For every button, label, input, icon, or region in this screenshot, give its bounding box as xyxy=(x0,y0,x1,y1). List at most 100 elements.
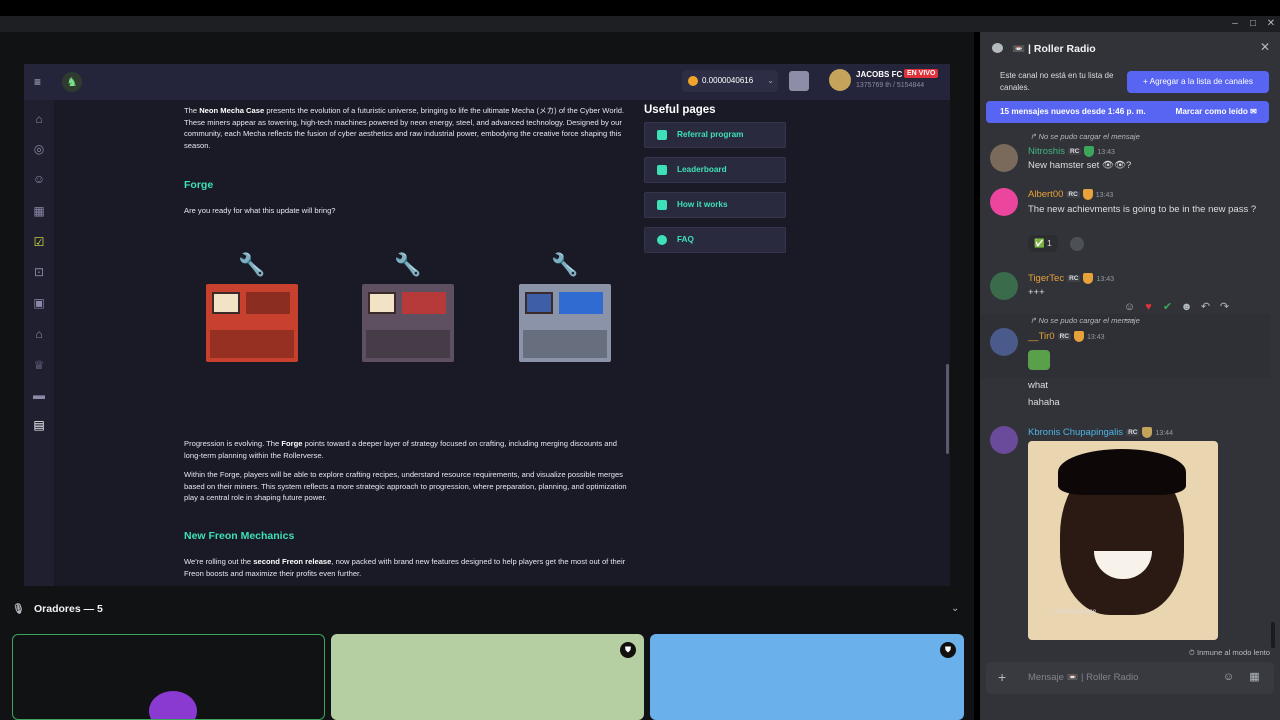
wrench-icon: 🔧 xyxy=(551,252,579,277)
message-text: The new achievments is going to be in th… xyxy=(1028,204,1257,215)
reply-reference[interactable]: ↱ No se pudo cargar el mensaje xyxy=(1030,132,1140,141)
speaker-tile[interactable] xyxy=(12,634,325,720)
new-messages-bar[interactable]: 15 mensajes nuevos desde 1:46 p. m. Marc… xyxy=(986,101,1269,123)
shield-icon: ⛊ xyxy=(940,642,956,658)
freon-paragraph: We're rolling out the second Freon relea… xyxy=(184,557,626,578)
message-input[interactable]: Mensaje 📼 | Roller Radio xyxy=(1028,672,1138,683)
speaker-tile[interactable]: ⛊ xyxy=(331,634,644,720)
minimize-button[interactable]: – xyxy=(1226,16,1244,32)
app-scrollbar[interactable] xyxy=(946,364,949,454)
mark-read-button[interactable]: Marcar como leído ✉ xyxy=(1176,101,1258,123)
leaderboard-link[interactable]: Leaderboard xyxy=(644,157,786,183)
reaction-checkmark[interactable]: ✅ 1 xyxy=(1028,235,1058,252)
speakers-header[interactable]: 🎙 Oradores — 5 xyxy=(12,603,103,615)
microphone-icon: 🎙 xyxy=(12,604,25,615)
gamepad-icon[interactable]: ◎ xyxy=(32,142,46,156)
message-text: +++ xyxy=(1028,287,1045,298)
podium-icon xyxy=(657,165,667,175)
add-reaction-icon[interactable]: ☻ xyxy=(1177,301,1196,313)
chat-header: 📼 | Roller Radio ✕ xyxy=(980,32,1280,64)
avatar[interactable] xyxy=(829,69,851,91)
intro-paragraph: The Neon Mecha Case presents the evoluti… xyxy=(184,106,625,150)
balance-selector[interactable]: 0.0000040616 ⌄ xyxy=(682,70,778,92)
bank-icon[interactable]: ⌂ xyxy=(32,327,46,341)
channel-title: 📼 | Roller Radio xyxy=(1012,43,1096,55)
coin-icon xyxy=(688,76,698,86)
users-icon[interactable]: ☺ xyxy=(32,172,46,186)
reply-reference[interactable]: ↱ No se pudo cargar el mensaje xyxy=(1030,316,1140,325)
progression-paragraph: Progression is evolving. The Forge point… xyxy=(184,439,617,460)
forge-heading: Forge xyxy=(184,179,214,191)
message-author[interactable]: Kbronis Chupapingalis RC 13:44 xyxy=(1028,427,1173,438)
news-icon[interactable]: ▤ xyxy=(32,418,46,432)
message-author[interactable]: Nitroshis RC 13:43 xyxy=(1028,146,1115,157)
reply-icon[interactable]: ↶ xyxy=(1196,300,1215,313)
chat-scrollbar[interactable] xyxy=(1271,622,1275,648)
shield-icon: ⛊ xyxy=(620,642,636,658)
forge-machine-grey: 🔧 xyxy=(362,252,456,362)
app-topbar: ≡ ♞ 0.0000040616 ⌄ JACOBS FC EN VIVO 137… xyxy=(24,64,950,100)
message-text: New hamster set 👁👁? xyxy=(1028,160,1132,171)
forge-machine-blue: 🔧 xyxy=(519,252,613,362)
message-author[interactable]: TigerTec RC 13:43 xyxy=(1028,273,1114,284)
chat-panel: 📼 | Roller Radio ✕ Este canal no está en… xyxy=(980,32,1280,720)
calendar-icon[interactable]: ▦ xyxy=(32,204,46,218)
home-icon[interactable]: ⌂ xyxy=(32,112,46,126)
sticker-image[interactable] xyxy=(1028,350,1050,370)
miner-icon[interactable]: ▬ xyxy=(32,388,46,402)
avatar[interactable] xyxy=(990,426,1018,454)
maximize-button[interactable]: □ xyxy=(1244,16,1262,32)
wrench-icon: 🔧 xyxy=(394,252,422,277)
trophy-icon[interactable]: ♕ xyxy=(32,358,46,372)
message-composer[interactable]: + Mensaje 📼 | Roller Radio ☺ ▦ xyxy=(986,662,1274,694)
forward-icon[interactable]: ↷ xyxy=(1215,300,1234,313)
balance-value: 0.0000040616 xyxy=(702,76,754,85)
avatar[interactable] xyxy=(990,144,1018,172)
image-attachment[interactable]: dominosavage xyxy=(1028,441,1218,640)
useful-pages-title: Useful pages xyxy=(644,104,716,116)
close-window-button[interactable]: ✕ xyxy=(1262,16,1280,32)
slow-mode-notice: ⏱ Inmune al modo lento xyxy=(1188,648,1270,657)
cart-icon[interactable]: ⊡ xyxy=(32,265,46,279)
apps-icon[interactable]: ▦ xyxy=(1248,671,1261,684)
message-actions: ☺ ♥ ✔ ☻ ↶ ↷⋯ xyxy=(1120,300,1252,326)
channel-notice: Este canal no está en tu lista de canale… xyxy=(1000,71,1114,92)
faq-link[interactable]: FAQ xyxy=(644,227,786,253)
emoji-icon[interactable]: ☺ xyxy=(1222,671,1235,684)
shared-screen-app: ≡ ♞ 0.0000040616 ⌄ JACOBS FC EN VIVO 137… xyxy=(24,64,950,586)
add-channel-button[interactable]: + Agregar a la lista de canales xyxy=(1127,71,1269,93)
how-it-works-link[interactable]: How it works xyxy=(644,192,786,218)
forge-question: Are you ready for what this update will … xyxy=(184,206,336,215)
avatar[interactable] xyxy=(990,272,1018,300)
message-author[interactable]: __Tir0 RC 13:43 xyxy=(1028,331,1105,342)
close-icon[interactable]: ✕ xyxy=(1260,40,1270,54)
user-name: JACOBS FC xyxy=(856,70,903,79)
useful-pages: Useful pages Referral program Leaderboar… xyxy=(644,104,786,262)
logo-icon[interactable]: ♞ xyxy=(62,72,82,92)
referral-program-link[interactable]: Referral program xyxy=(644,122,786,148)
tasks-icon[interactable]: ☑ xyxy=(32,235,46,249)
live-badge: EN VIVO xyxy=(904,69,939,78)
message-author[interactable]: Albert00 RC 13:43 xyxy=(1028,189,1113,200)
laugh-emoji-icon[interactable]: ☺ xyxy=(1120,301,1139,313)
gift-icon[interactable]: ▣ xyxy=(32,296,46,310)
question-icon xyxy=(657,235,667,245)
speaker-tile[interactable]: ⛊ xyxy=(650,634,964,720)
attach-icon[interactable]: + xyxy=(998,669,1006,685)
message-text: what xyxy=(1028,380,1049,391)
wallet-button[interactable] xyxy=(789,71,809,91)
add-reaction-icon[interactable] xyxy=(1070,237,1084,251)
avatar[interactable] xyxy=(990,328,1018,356)
thread-icon xyxy=(992,43,1003,53)
avatar[interactable] xyxy=(990,188,1018,216)
wrench-icon: 🔧 xyxy=(238,252,266,277)
window-titlebar: – □ ✕ xyxy=(0,16,1280,32)
check-icon[interactable]: ✔ xyxy=(1158,300,1177,313)
forge-machine-red: 🔧 xyxy=(206,252,300,362)
chevron-down-icon[interactable]: ⌄ xyxy=(951,603,959,614)
heart-icon[interactable]: ♥ xyxy=(1139,301,1158,313)
forge-description: Within the Forge, players will be able t… xyxy=(184,470,627,502)
message-text: hahaha xyxy=(1028,397,1060,408)
gamepad-icon xyxy=(657,200,667,210)
menu-icon[interactable]: ≡ xyxy=(34,75,41,89)
